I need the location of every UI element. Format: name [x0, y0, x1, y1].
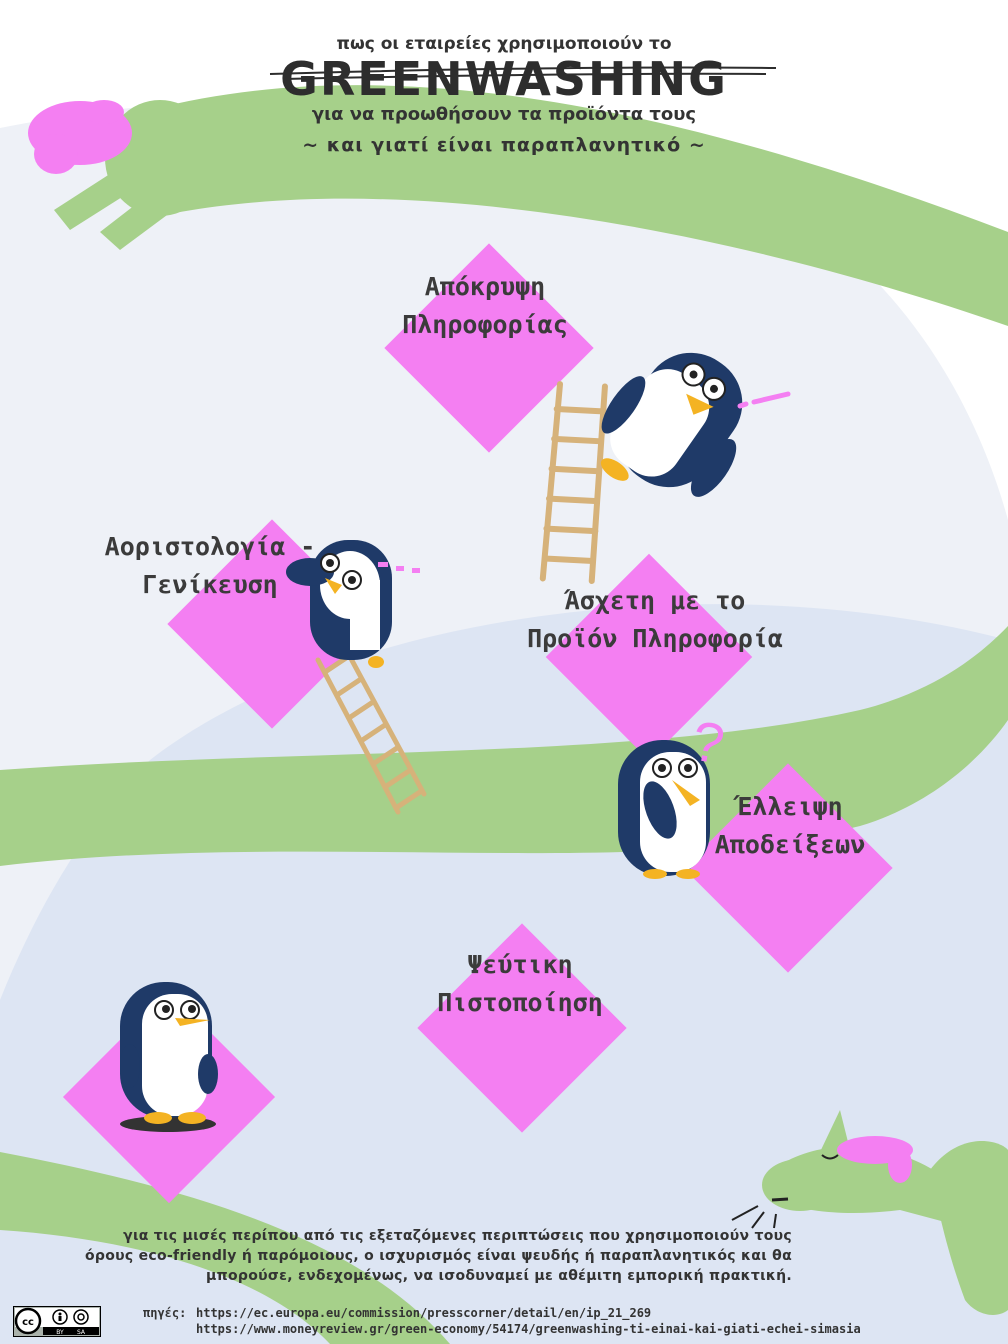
- cc-license-sa: SA: [77, 1329, 86, 1336]
- tactic-label-3: Άσχετη με το Προϊόν Πληροφορία: [500, 582, 810, 658]
- tactic-label-2-line1: Αοριστολογία -: [104, 532, 316, 561]
- tactic-label-1: Απόκρυψη Πληροφορίας: [385, 268, 585, 344]
- cc-license-mark: cc: [22, 1317, 34, 1328]
- tactic-label-2: Αοριστολογία - Γενίκευση: [95, 528, 325, 604]
- tactic-label-4-line2: Αποδείξεων: [714, 830, 866, 859]
- sources-label: πηγές:: [143, 1306, 187, 1320]
- cc-license-by: BY: [56, 1329, 64, 1336]
- tactic-label-3-line2: Προϊόν Πληροφορία: [527, 624, 783, 653]
- tactic-label-5: Ψεύτικη Πιστοποίηση: [410, 946, 630, 1022]
- tactic-label-1-line1: Απόκρυψη: [424, 272, 546, 301]
- title-subtitle: για να προωθήσουν τα προϊόντα τους: [311, 104, 697, 125]
- footnote: για τις μισές περίπου από τις εξεταζόμεν…: [84, 1228, 792, 1284]
- title-tagline: ~ και γιατί είναι παραπλανητικό ~: [302, 134, 706, 156]
- tactic-label-1-line2: Πληροφορίας: [402, 310, 568, 339]
- tactic-label-4: Έλλειψη Αποδείξεων: [690, 788, 890, 864]
- source-link-1[interactable]: https://ec.europa.eu/commission/presscor…: [196, 1306, 651, 1320]
- tactic-label-3-line1: Άσχετη με το: [564, 586, 746, 615]
- sa-icon: [73, 1309, 89, 1325]
- cc-license-badge: cc BY SA: [13, 1306, 101, 1337]
- snake-bottom-mouth: [771, 1197, 789, 1202]
- tactic-label-5-line2: Πιστοποίηση: [437, 988, 603, 1017]
- infographic-canvas: ? πως οι εταιρείες χρησιμοποιούν το GREE…: [0, 0, 1008, 1344]
- title-main: GREENWASHING: [280, 52, 728, 106]
- tactic-label-2-line2: Γενίκευση: [142, 570, 278, 599]
- illustration: ?: [0, 66, 1008, 1344]
- tactic-label-5-line1: Ψεύτικη: [467, 950, 573, 979]
- tactic-label-4-line1: Έλλειψη: [737, 792, 843, 821]
- title-top: πως οι εταιρείες χρησιμοποιούν το: [336, 34, 672, 54]
- source-link-2[interactable]: https://www.moneyreview.gr/green-economy…: [196, 1322, 861, 1336]
